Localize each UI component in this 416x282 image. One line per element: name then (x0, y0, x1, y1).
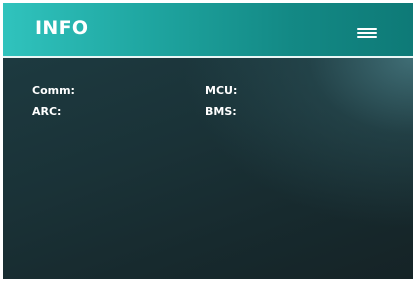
hamburger-menu-icon[interactable] (354, 26, 380, 40)
menu-line (357, 32, 377, 34)
arc-label: ARC: (32, 105, 62, 118)
info-content: Comm: MCU: ARC: BMS: (3, 58, 413, 279)
info-panel: INFO Comm: MCU: ARC: BMS: (3, 3, 413, 279)
comm-label: Comm: (32, 84, 75, 97)
menu-line (357, 28, 377, 30)
menu-line (357, 36, 377, 38)
header-bar: INFO (3, 3, 413, 58)
page-title: INFO (35, 17, 89, 39)
bms-label: BMS: (205, 105, 237, 118)
mcu-label: MCU: (205, 84, 238, 97)
